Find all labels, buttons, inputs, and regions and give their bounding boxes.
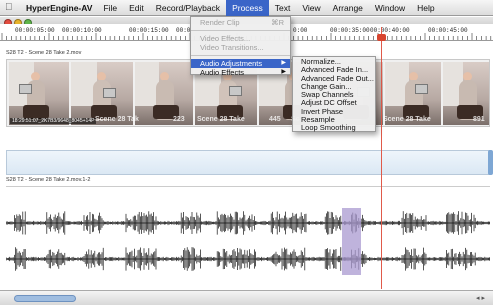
apple-menu-icon[interactable]: : [5, 2, 17, 13]
video-thumbnail: [9, 62, 69, 125]
scene-overlay-text: Scene 28 Take: [197, 116, 245, 123]
frame-number-overlay: 445: [269, 116, 281, 123]
playhead-line: [381, 27, 382, 289]
menu-item-label: Render Clip: [200, 18, 240, 27]
menu-separator: [191, 30, 290, 31]
video-track-label: S28 T2 - Scene 28 Take 2.mov: [6, 50, 82, 56]
menu-item-label: Video Transitions...: [200, 43, 264, 52]
submenu-arrow-icon: ▶: [281, 60, 286, 66]
audio-track-label: S28 T2 - Scene 28 Take 2.mov.1-2: [6, 177, 91, 183]
menu-item-label: Audio Effects: [200, 68, 245, 77]
menu-app[interactable]: HyperEngine-AV: [26, 0, 97, 16]
playhead-handle[interactable]: [377, 34, 386, 41]
submenu-arrow-icon: ▶: [281, 69, 286, 75]
menu-item-label: Audio Adjustments: [200, 59, 263, 68]
menu-item-shortcut: ⌘R: [271, 18, 284, 27]
horizontal-scroll-thumb[interactable]: [14, 295, 76, 302]
menu-separator: [191, 55, 290, 56]
timecode-overlay: 18:29:51:07_2K7B3/9648_8045+14P: [10, 118, 97, 124]
menu-item-render-clip[interactable]: Render Clip ⌘R: [191, 18, 290, 27]
menu-edit[interactable]: Edit: [123, 0, 150, 16]
menu-file[interactable]: File: [97, 0, 123, 16]
frame-number-overlay: 223: [173, 116, 185, 123]
audio-selection[interactable]: [342, 208, 361, 275]
audio-waveform: [5, 211, 490, 271]
menu-view[interactable]: View: [296, 0, 326, 16]
audio-track[interactable]: [5, 186, 490, 282]
menu-item-audio-effects[interactable]: Audio Effects ▶: [191, 68, 290, 77]
menu-process[interactable]: Process: [226, 0, 269, 16]
submenu-item-loop-smoothing[interactable]: Loop Smoothing: [293, 124, 375, 133]
scene-overlay-text: Scene 28 Take: [383, 116, 431, 123]
menu-item-video-effects[interactable]: Video Effects...: [191, 34, 290, 43]
menu-item-audio-adjustments[interactable]: Audio Adjustments ▶: [191, 59, 290, 68]
zoom-arrows-icon[interactable]: ◂ ▸: [476, 294, 485, 302]
bottom-scrollbar: ◂ ▸: [0, 290, 493, 305]
scene-overlay-text: Scene 28 Tak: [95, 116, 139, 123]
menubar:  HyperEngine-AV File Edit Record/Playba…: [0, 0, 493, 16]
menu-text[interactable]: Text: [269, 0, 297, 16]
vertical-scroll-thumb[interactable]: [488, 150, 493, 175]
menu-record-playback[interactable]: Record/Playback: [150, 0, 226, 16]
audio-adjustments-submenu: Normalize... Advanced Fade In... Advance…: [292, 56, 376, 132]
menu-item-label: Video Effects...: [200, 34, 251, 43]
menu-item-video-transitions[interactable]: Video Transitions...: [191, 43, 290, 52]
frame-number-overlay: 891: [473, 116, 485, 123]
empty-track[interactable]: [6, 150, 490, 175]
menu-help[interactable]: Help: [411, 0, 440, 16]
menu-arrange[interactable]: Arrange: [327, 0, 369, 16]
menu-window[interactable]: Window: [369, 0, 411, 16]
process-menu: Render Clip ⌘R Video Effects... Video Tr…: [190, 16, 291, 77]
